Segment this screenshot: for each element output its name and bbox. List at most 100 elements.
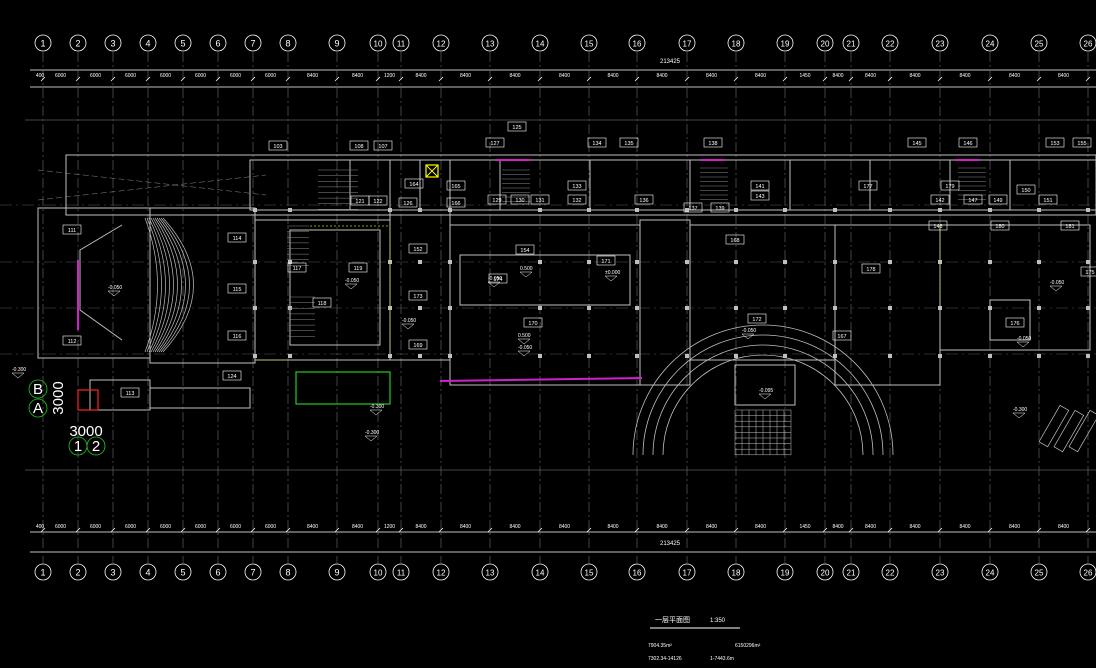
- room-number: 178: [866, 267, 875, 273]
- column: [418, 208, 422, 212]
- axis-label: 13: [486, 40, 495, 49]
- room-number: 175: [1085, 270, 1094, 276]
- note-2: 6150296m²: [735, 643, 761, 649]
- elevation-value: -0.095: [759, 388, 773, 394]
- column: [418, 354, 422, 358]
- note-3: 7302.34-14126: [648, 656, 682, 662]
- dim-value: 6000: [265, 524, 276, 530]
- note-4: 1-7443.6m: [710, 656, 734, 662]
- room-number: 172: [752, 317, 761, 323]
- elevation-value: -0.300: [1013, 407, 1027, 413]
- dim-value: 8400: [352, 524, 363, 530]
- elevation-value: -0.050: [1050, 280, 1064, 286]
- elevation-symbol: [344, 283, 358, 290]
- elevation-value: -0.300: [370, 404, 384, 410]
- room-number: 122: [373, 199, 382, 205]
- axis-label: 25: [1035, 569, 1044, 578]
- dim-value: 6000: [160, 524, 171, 530]
- axis-label: 6: [215, 39, 220, 49]
- column: [538, 306, 542, 310]
- column: [288, 208, 292, 212]
- axis-label: 7: [250, 39, 255, 49]
- room-number: 170: [528, 321, 537, 327]
- dim-value: 8400: [755, 524, 766, 530]
- room-number: 179: [945, 184, 954, 190]
- room-number: 113: [126, 391, 135, 397]
- room-number: 142: [935, 198, 944, 204]
- axis-label: 12: [437, 569, 446, 578]
- col-label: 1: [74, 438, 82, 455]
- room-number: 125: [512, 125, 521, 131]
- axis-label: 4: [145, 568, 150, 578]
- dim-value: 6000: [230, 73, 241, 79]
- column: [448, 306, 452, 310]
- column: [988, 208, 992, 212]
- column: [587, 260, 591, 264]
- room-number: 121: [355, 199, 364, 205]
- axis-bubbles-top: 1 2 3 4 5 6 7 8 9 10 11 12 13 14 15 16 17 18 19 20 21 22 23 24 2…: [34, 34, 1096, 52]
- room-number: 145: [912, 141, 921, 147]
- room-number: 133: [572, 184, 581, 190]
- wall: [254, 219, 391, 361]
- room-number: 168: [730, 238, 739, 244]
- column: [1037, 354, 1041, 358]
- axis-label: 18: [732, 569, 741, 578]
- dim-value: 6000: [230, 524, 241, 530]
- column: [635, 260, 639, 264]
- axis-label: 11: [397, 569, 406, 578]
- red-marker: [77, 389, 99, 411]
- column: [833, 260, 837, 264]
- seat-row: [162, 217, 194, 353]
- room-number: 151: [1043, 198, 1052, 204]
- column: [938, 354, 942, 358]
- room-number: 166: [451, 201, 460, 207]
- note-1: 7904.35m²: [648, 643, 672, 649]
- column: [538, 354, 542, 358]
- entrance-arc: [632, 324, 1096, 456]
- dim-value: 8400: [509, 524, 520, 530]
- seat-row: [146, 217, 162, 353]
- wall: [689, 224, 836, 361]
- axis-label: 22: [886, 40, 895, 49]
- dim-value: 1200: [384, 524, 395, 530]
- dim-value: 8400: [832, 73, 843, 79]
- column: [448, 208, 452, 212]
- column: [448, 260, 452, 264]
- column: [888, 208, 892, 212]
- axis-label: 5: [180, 568, 185, 578]
- room-number: 107: [378, 144, 387, 150]
- elevation-symbol: [519, 271, 533, 278]
- dim-value: 6000: [55, 73, 66, 79]
- elevation-symbol: [401, 323, 415, 330]
- column: [833, 208, 837, 212]
- column: [288, 260, 292, 264]
- room-number: 167: [837, 334, 846, 340]
- room-number: 177: [863, 184, 872, 190]
- column: [988, 260, 992, 264]
- column: [418, 260, 422, 264]
- column: [783, 306, 787, 310]
- ramp: [1068, 409, 1096, 453]
- elevation-value: -0.050: [742, 328, 756, 334]
- column: [685, 306, 689, 310]
- room-number: 124: [227, 374, 236, 380]
- elevation-symbol: [107, 290, 121, 297]
- room-number: 134: [592, 141, 601, 147]
- room-number: 169: [413, 343, 422, 349]
- elevation-value: ±0.000: [605, 270, 620, 276]
- axis-label: 23: [936, 569, 945, 578]
- wall: [249, 159, 351, 211]
- dim-value: 8400: [307, 524, 318, 530]
- dim-value: 8400: [460, 524, 471, 530]
- dim-value: 8400: [607, 524, 618, 530]
- axis-label: 24: [986, 40, 995, 49]
- column: [734, 208, 738, 212]
- room-number: 138: [708, 141, 717, 147]
- column: [734, 354, 738, 358]
- dim-value: 6000: [195, 73, 206, 79]
- column: [685, 354, 689, 358]
- dim-value: 1450: [799, 73, 810, 79]
- column: [1086, 306, 1090, 310]
- axis-label: 18: [732, 40, 741, 49]
- room-number: 116: [233, 334, 242, 340]
